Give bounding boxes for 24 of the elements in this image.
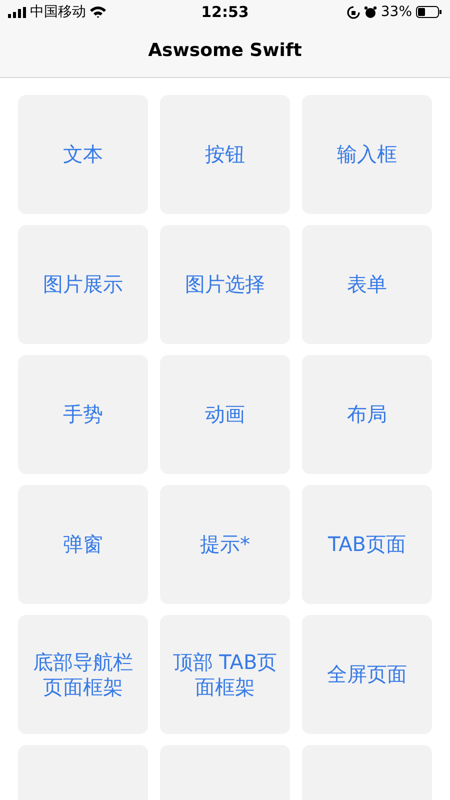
signal-icon	[8, 6, 26, 18]
menu-tile[interactable]: 图片展示	[18, 225, 148, 344]
battery-percent: 33%	[380, 4, 412, 20]
wifi-icon	[90, 6, 106, 18]
menu-tile[interactable]: TAB页面	[302, 485, 432, 604]
battery-icon	[416, 6, 442, 18]
carrier-name: 中国移动	[30, 3, 86, 21]
menu-tile[interactable]: 图片选择	[160, 225, 290, 344]
rotation-lock-icon	[346, 6, 360, 18]
menu-tile[interactable]: 输入框	[302, 95, 432, 214]
menu-tile[interactable]: 手势	[18, 355, 148, 474]
nav-title: Aswsome Swift	[148, 40, 302, 61]
menu-tile[interactable]: 弹窗	[18, 485, 148, 604]
menu-tile[interactable]: 按钮	[160, 95, 290, 214]
menu-tile[interactable]: 文本	[18, 95, 148, 214]
menu-tile[interactable]: 表单	[302, 225, 432, 344]
alarm-icon	[364, 6, 377, 18]
menu-tile[interactable]: 动画	[160, 355, 290, 474]
menu-tile[interactable]: 布局	[302, 355, 432, 474]
menu-tile[interactable]: 顶部 TAB页面框架	[160, 615, 290, 734]
menu-tile[interactable]: 底部导航栏页面框架	[18, 615, 148, 734]
menu-tile[interactable]: 全屏页面	[302, 615, 432, 734]
menu-tile[interactable]: 提示*	[160, 485, 290, 604]
status-time: 12:53	[201, 3, 249, 21]
